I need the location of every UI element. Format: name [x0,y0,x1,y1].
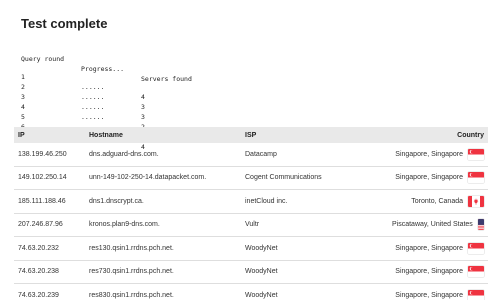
isp-column-header: ISP [245,131,257,139]
country-cell-content: Singapore, Singapore [392,148,484,160]
query-round-row: 2 ...... 3 [21,72,145,111]
country-cell-content: Singapore, Singapore [392,172,484,184]
table-row: 149.102.250.14 unn-149-102-250-14.datapac… [14,166,488,190]
hostname-column-header: Hostname [89,131,123,139]
country-label: Toronto, Canada [411,197,463,205]
round-progress: ...... [81,103,105,111]
isp-cell: WoodyNet [241,283,388,300]
query-rounds-header: Query round Progress... Servers found [21,44,192,83]
country-cell-content: Toronto, Canada [392,195,484,207]
hostname-cell: dns.adguard-dns.com. [85,143,241,167]
query-round-row: 4 ...... 2 [21,92,145,131]
country-cell: Singapore, Singapore [388,260,488,284]
country-label: Piscataway, United States [392,221,473,229]
country-cell: Piscataway, United States [388,213,488,237]
table-row: 74.63.20.232 res130.qsin1.rrdns.pch.net. W… [14,236,488,261]
isp-cell: Vultr [241,213,388,237]
country-cell: Singapore, Singapore [388,236,488,261]
hostname-cell: dns1.dnscrypt.ca. [85,189,241,214]
singapore-flag-icon [468,148,484,160]
ip-cell: 138.199.46.250 [14,143,85,167]
query-rounds-log: Query round Progress... Servers found 1 … [21,44,192,151]
isp-cell: inetCloud inc. [241,189,388,214]
isp-cell: WoodyNet [241,236,388,261]
servers-found-header: Servers found [141,75,192,83]
ip-cell: 74.63.20.239 [14,283,85,300]
table-row: 207.246.87.96 kronos.plan9-dns.com. Vultr P… [14,213,488,237]
round-progress: ...... [81,93,105,101]
query-round-row: 5 ...... 3 [21,102,145,141]
isp-cell: Datacamp [241,143,388,167]
singapore-flag-icon [468,266,484,278]
united-states-flag-icon [477,219,484,231]
table-row: 138.199.46.250 dns.adguard-dns.com. Dataca… [14,143,488,167]
round-progress: ...... [81,83,105,91]
round-servers-found: 4 [141,93,145,101]
country-cell-content: Singapore, Singapore [392,242,484,254]
hostname-cell: res830.qsin1.rrdns.pch.net. [85,283,241,300]
results-header-row: IP Hostname ISP Country [14,127,488,143]
country-label: Singapore, Singapore [395,174,463,182]
singapore-flag-icon [468,289,484,300]
table-row: 74.63.20.238 res730.qsin1.rrdns.pch.net. W… [14,260,488,284]
country-label: Singapore, Singapore [395,150,463,158]
query-round-row: 3 ...... 3 [21,82,145,121]
hostname-cell: res130.qsin1.rrdns.pch.net. [85,236,241,261]
hostname-cell: res730.qsin1.rrdns.pch.net. [85,260,241,284]
country-cell: Singapore, Singapore [388,283,488,300]
round-servers-found: 3 [141,103,145,111]
isp-cell: Cogent Communications [241,166,388,190]
page-title: Test complete [21,16,108,31]
table-row: 74.63.20.239 res830.qsin1.rrdns.pch.net. W… [14,283,488,300]
country-label: Singapore, Singapore [395,268,463,276]
dns-results-table: IP Hostname ISP Country 138.199.46.250 dn… [14,127,488,300]
country-cell: Singapore, Singapore [388,143,488,167]
ip-column-header: IP [18,131,25,139]
hostname-cell: kronos.plan9-dns.com. [85,213,241,237]
singapore-flag-icon [468,172,484,184]
round-servers-found: 3 [141,113,145,121]
canada-flag-icon [468,195,484,207]
ip-cell: 74.63.20.238 [14,260,85,284]
country-cell-content: Singapore, Singapore [392,289,484,300]
ip-cell: 74.63.20.232 [14,236,85,261]
country-label: Singapore, Singapore [395,244,463,252]
country-column-header: Country [457,131,484,139]
query-round-row: 1 ...... 4 [21,62,145,101]
isp-cell: WoodyNet [241,260,388,284]
ip-cell: 185.111.188.46 [14,189,85,214]
ip-cell: 149.102.250.14 [14,166,85,190]
country-cell: Toronto, Canada [388,189,488,214]
country-cell-content: Piscataway, United States [392,219,484,231]
hostname-cell: unn-149-102-250-14.datapacket.com. [85,166,241,190]
country-label: Singapore, Singapore [395,291,463,299]
country-cell-content: Singapore, Singapore [392,266,484,278]
results-body: 138.199.46.250 dns.adguard-dns.com. Dataca… [14,143,488,300]
singapore-flag-icon [468,242,484,254]
table-row: 185.111.188.46 dns1.dnscrypt.ca. inetCloud… [14,189,488,214]
ip-cell: 207.246.87.96 [14,213,85,237]
progress-header: Progress... [81,65,125,73]
country-cell: Singapore, Singapore [388,166,488,190]
query-round-row: 6 ...... 4 [21,112,145,151]
round-progress: ...... [81,113,105,121]
